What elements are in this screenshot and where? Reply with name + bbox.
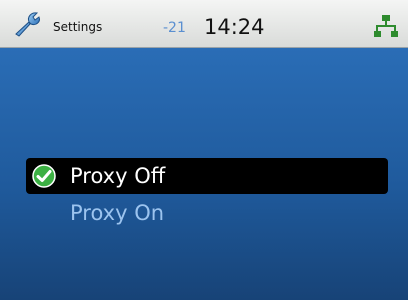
network-icon [374,15,398,37]
menu-item-proxy-off[interactable]: Proxy Off [26,158,388,194]
menu-item-label: Proxy On [70,201,165,225]
menu-item-proxy-on[interactable]: Proxy On [26,195,388,231]
clock: 14:24 [204,15,265,39]
status-bar: Settings -21 14:24 [0,0,408,48]
check-icon [32,164,56,188]
menu-item-label: Proxy Off [70,164,166,188]
settings-screen: Proxy Off Proxy On [0,48,408,300]
wrench-icon [15,12,40,37]
app-title: Settings [53,20,103,34]
signal-strength: -21 [163,20,186,36]
